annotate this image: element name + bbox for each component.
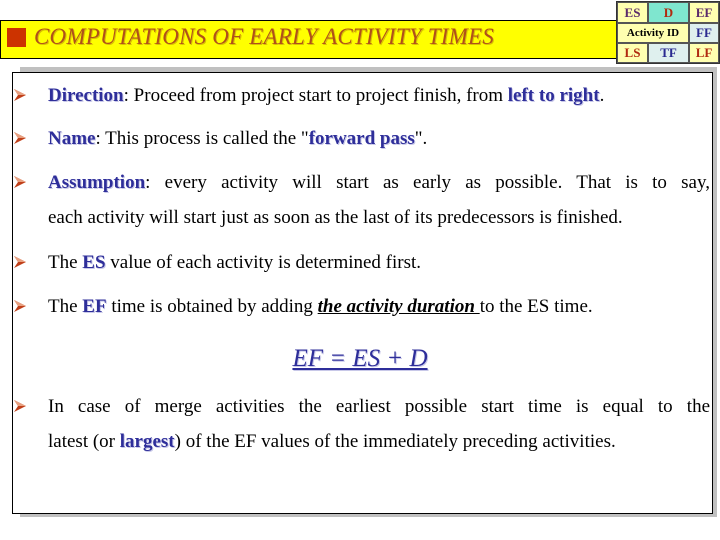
slide-title: COMPUTATIONS OF EARLY ACTIVITY TIMES xyxy=(34,24,494,49)
square-bullet-icon xyxy=(7,28,26,47)
keyword-largest: largest xyxy=(119,431,175,452)
arrow-bullet-icon xyxy=(14,89,26,101)
node-tf: TF xyxy=(648,43,689,63)
emphasis-activity-duration: the activity duration xyxy=(317,296,480,317)
node-ls: LS xyxy=(617,43,648,63)
keyword-assumption: Assumption xyxy=(48,172,146,193)
node-ff: FF xyxy=(689,23,719,43)
keyword-direction: Direction xyxy=(48,85,124,106)
arrow-bullet-icon xyxy=(14,300,26,312)
node-ef: EF xyxy=(689,2,719,23)
keyword-es: ES xyxy=(82,252,106,273)
activity-node-legend: ES D EF Activity ID FF LS TF LF xyxy=(616,1,720,64)
title-bar: COMPUTATIONS OF EARLY ACTIVITY TIMES xyxy=(0,20,620,59)
node-lf: LF xyxy=(689,43,719,63)
node-es: ES xyxy=(617,2,648,23)
arrow-bullet-icon xyxy=(14,400,26,412)
keyword-left-to-right: left to right xyxy=(507,85,600,106)
keyword-name: Name xyxy=(48,128,96,149)
arrow-bullet-icon xyxy=(14,132,26,144)
arrow-bullet-icon xyxy=(14,176,26,188)
keyword-ef: EF xyxy=(82,296,107,317)
arrow-bullet-icon xyxy=(14,256,26,268)
node-d: D xyxy=(648,2,689,23)
formula: EF = ES + D xyxy=(292,345,428,372)
keyword-forward-pass: forward pass xyxy=(308,128,415,149)
node-activity-id: Activity ID xyxy=(617,23,689,43)
